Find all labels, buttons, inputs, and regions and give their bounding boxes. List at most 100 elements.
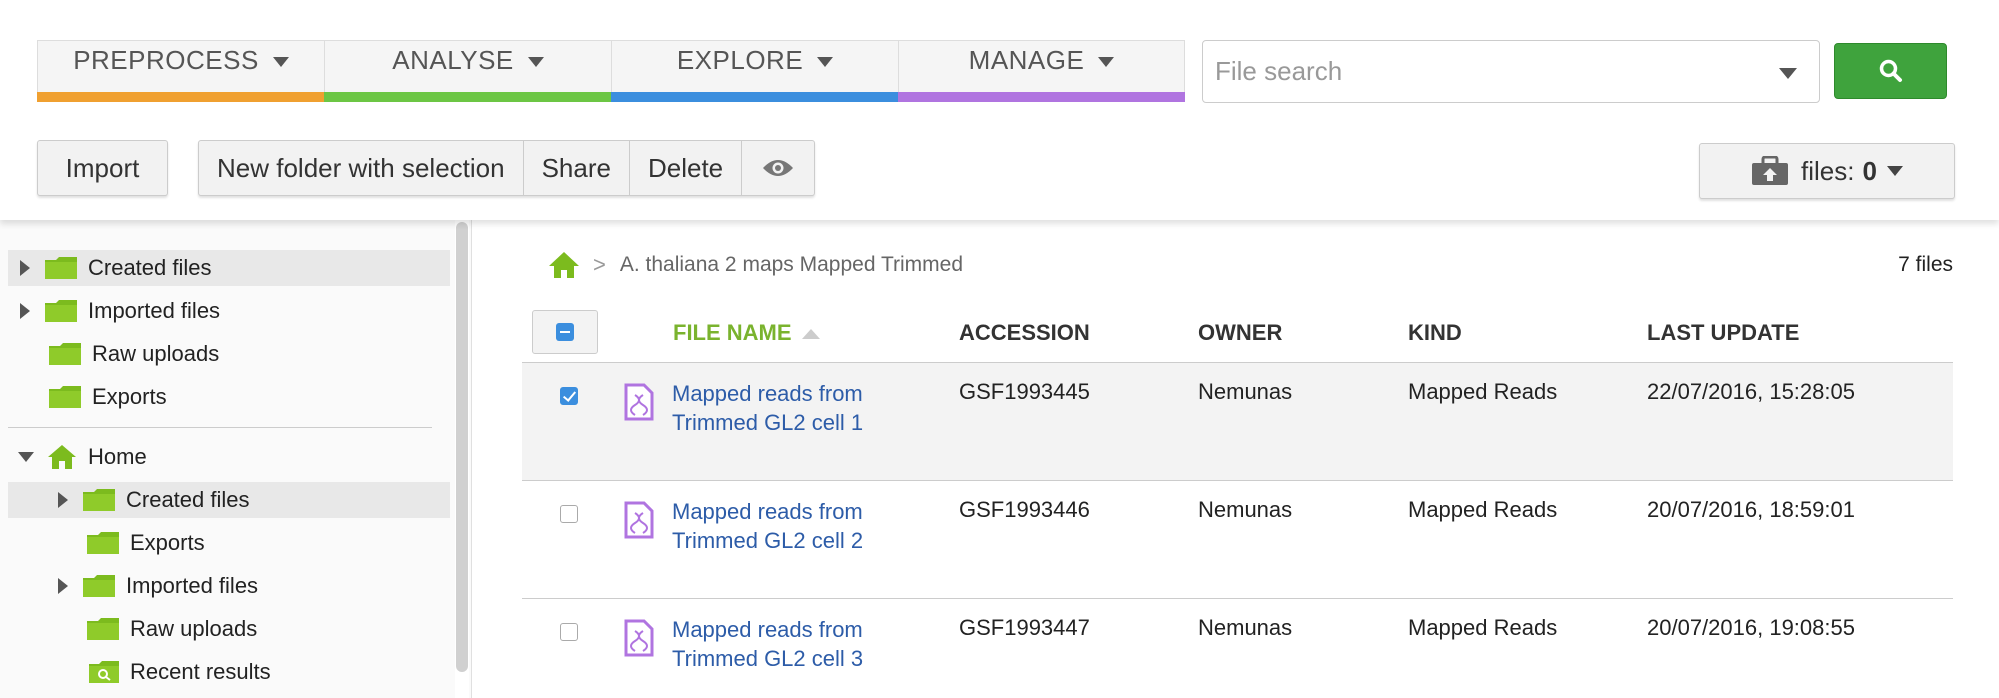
nav-tab-color-bar	[611, 92, 899, 102]
tree-item-label: Raw uploads	[130, 616, 258, 641]
tree-item-home-created-files[interactable]: Created files	[8, 482, 450, 518]
expand-arrow-icon[interactable]	[20, 303, 30, 319]
table-row[interactable]: Mapped reads from Trimmed GL2 cell 2 GSF…	[522, 480, 1953, 598]
folder-icon	[83, 575, 115, 597]
share-button[interactable]: Share	[524, 141, 630, 195]
table-row[interactable]: Mapped reads from Trimmed GL2 cell 3 GSF…	[522, 598, 1953, 698]
file-name-link[interactable]: Mapped reads from Trimmed GL2 cell 1	[672, 379, 882, 437]
nav-tab-preprocess[interactable]: PREPROCESS	[37, 40, 325, 102]
nav-tab-manage[interactable]: MANAGE	[898, 40, 1185, 102]
tree-item-raw-uploads[interactable]: Raw uploads	[8, 336, 450, 372]
delete-button[interactable]: Delete	[630, 141, 743, 195]
column-header-accession[interactable]: ACCESSION	[959, 320, 1090, 346]
nav-tab-analyse[interactable]: ANALYSE	[324, 40, 612, 102]
file-name-link[interactable]: Mapped reads from Trimmed GL2 cell 3	[672, 615, 882, 673]
file-search-box	[1202, 40, 1820, 103]
tree-item-label: Created files	[88, 255, 212, 280]
search-folder-icon	[89, 661, 119, 683]
column-header-label: FILE NAME	[673, 320, 792, 345]
column-header-last-update[interactable]: LAST UPDATE	[1647, 320, 1799, 346]
accession-cell: GSF1993445	[959, 379, 1090, 404]
file-browser-main: > A. thaliana 2 maps Mapped Trimmed 7 fi…	[472, 220, 1999, 698]
tree-item-home[interactable]: Home	[8, 439, 450, 475]
folder-icon	[49, 343, 81, 365]
tree-item-created-files[interactable]: Created files	[8, 250, 450, 286]
selection-actions-group: New folder with selection Share Delete	[198, 140, 816, 196]
chevron-down-icon	[527, 57, 544, 68]
owner-cell: Nemunas	[1198, 497, 1293, 522]
preview-button[interactable]	[742, 141, 814, 195]
breadcrumb-separator: >	[593, 252, 606, 277]
tree-item-label: Imported files	[126, 573, 259, 598]
nav-tab-label: MANAGE	[968, 45, 1085, 75]
nav-tab-label: ANALYSE	[392, 45, 514, 75]
breadcrumb: > A. thaliana 2 maps Mapped Trimmed	[547, 250, 963, 280]
tree-item-label: Raw uploads	[92, 341, 220, 366]
search-dropdown-chevron-icon[interactable]	[1779, 68, 1797, 79]
file-name-link[interactable]: Mapped reads from Trimmed GL2 cell 2	[672, 497, 882, 555]
tree-item-home-imported-files[interactable]: Imported files	[8, 568, 450, 604]
tree-item-label: Imported files	[88, 298, 221, 323]
expand-arrow-icon[interactable]	[20, 260, 30, 276]
search-icon	[1879, 59, 1902, 82]
expand-arrow-icon[interactable]	[58, 578, 68, 594]
collapse-arrow-icon[interactable]	[18, 452, 34, 462]
expand-arrow-icon[interactable]	[58, 492, 68, 508]
main-nav: PREPROCESS ANALYSE EXPLORE MANAGE	[37, 40, 1185, 102]
files-label: files:	[1801, 155, 1855, 186]
kind-cell: Mapped Reads	[1408, 379, 1558, 404]
accession-cell: GSF1993446	[959, 497, 1090, 522]
file-search-input[interactable]	[1203, 56, 1763, 87]
tree-item-home-recent-results[interactable]: Recent results	[8, 654, 450, 690]
sidebar-scrollbar-thumb[interactable]	[456, 222, 468, 672]
new-folder-with-selection-button[interactable]: New folder with selection	[199, 141, 524, 195]
row-checkbox[interactable]	[560, 623, 578, 641]
tree-item-exports[interactable]: Exports	[8, 379, 450, 415]
tree-item-imported-files[interactable]: Imported files	[8, 293, 450, 329]
mapped-reads-file-icon	[624, 619, 654, 657]
select-all-checkbox[interactable]	[532, 310, 598, 354]
folder-icon	[87, 618, 119, 640]
nav-tab-explore[interactable]: EXPLORE	[611, 40, 899, 102]
chevron-down-icon	[1886, 166, 1903, 176]
column-header-kind[interactable]: KIND	[1408, 320, 1462, 346]
row-checkbox[interactable]	[560, 387, 578, 405]
tree-item-label: Created files	[126, 487, 250, 512]
home-icon[interactable]	[547, 250, 581, 280]
column-header-file-name[interactable]: FILE NAME	[673, 320, 820, 346]
breadcrumb-current-folder: A. thaliana 2 maps Mapped Trimmed	[619, 253, 964, 276]
nav-tab-label: EXPLORE	[676, 45, 804, 75]
tree-item-label: Home	[88, 444, 147, 469]
eye-icon	[763, 160, 794, 176]
files-count: 0	[1862, 155, 1877, 186]
import-button[interactable]: Import	[37, 140, 168, 196]
tree-item-home-exports[interactable]: Exports	[8, 525, 450, 561]
tree-item-home-raw-uploads[interactable]: Raw uploads	[8, 611, 450, 647]
app-header: PREPROCESS ANALYSE EXPLORE MANAGE Import…	[0, 0, 1999, 220]
folder-icon	[49, 386, 81, 408]
sort-ascending-icon	[801, 329, 820, 340]
owner-cell: Nemunas	[1198, 615, 1293, 640]
last-update-cell: 22/07/2016, 15:28:05	[1647, 379, 1855, 404]
row-checkbox[interactable]	[560, 505, 578, 523]
last-update-cell: 20/07/2016, 18:59:01	[1647, 497, 1855, 522]
mapped-reads-file-icon	[624, 383, 654, 421]
tree-item-label: Exports	[92, 384, 167, 409]
tree-item-label: Exports	[130, 530, 205, 555]
accession-cell: GSF1993447	[959, 615, 1090, 640]
folder-icon	[87, 532, 119, 554]
column-header-owner[interactable]: OWNER	[1198, 320, 1282, 346]
owner-cell: Nemunas	[1198, 379, 1293, 404]
home-icon	[48, 445, 76, 469]
nav-tab-color-bar	[37, 92, 325, 102]
files-cart-button[interactable]: files: 0	[1699, 143, 1955, 199]
mapped-reads-file-icon	[624, 501, 654, 539]
file-count: 7 files	[1898, 253, 1953, 276]
minus-icon	[556, 323, 574, 341]
search-button[interactable]	[1834, 43, 1947, 99]
table-row[interactable]: Mapped reads from Trimmed GL2 cell 1 GSF…	[522, 362, 1953, 480]
chevron-down-icon	[272, 57, 289, 68]
kind-cell: Mapped Reads	[1408, 615, 1558, 640]
folder-icon	[45, 257, 77, 279]
kind-cell: Mapped Reads	[1408, 497, 1558, 522]
